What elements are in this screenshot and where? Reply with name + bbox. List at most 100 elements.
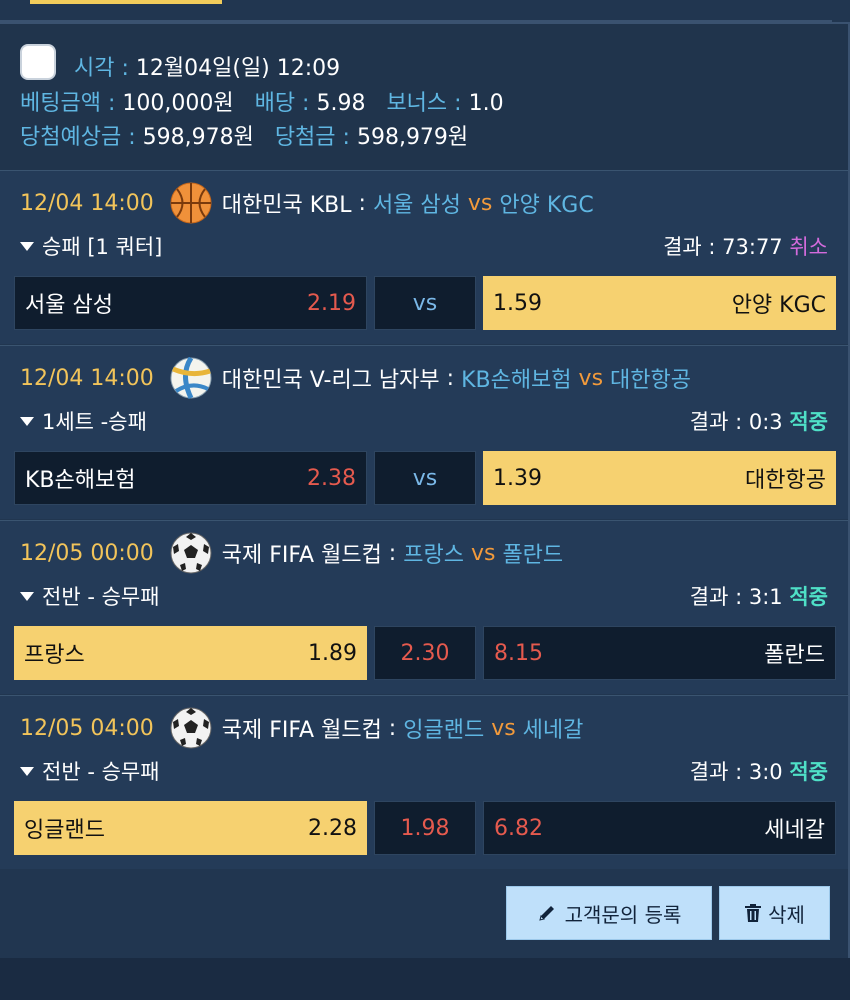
bet-header: 12/04 14:00 대한민국 V-리그 남자부 : KB손해보험 vs 대한… xyxy=(20,357,691,399)
market-name: 승패 [1 쿼터] xyxy=(42,235,163,259)
result: 결과 : 73:77 취소 xyxy=(663,235,828,259)
score: 73:77 xyxy=(722,235,783,259)
league-name: 대한민국 V-리그 남자부 xyxy=(221,368,440,393)
caret-down-icon xyxy=(20,591,34,601)
draw-vs: vs xyxy=(412,290,438,316)
bet-header: 12/05 00:00 국제 FIFA 월드컵 : 프랑스 vs 폴란드 xyxy=(20,532,564,574)
market-name: 1세트 -승패 xyxy=(42,410,147,434)
vs-word: vs xyxy=(578,365,604,391)
caret-down-icon xyxy=(20,241,34,251)
home-odds-box[interactable]: 프랑스 1.89 xyxy=(14,626,367,680)
odds-label: 배당 xyxy=(254,91,296,116)
vs-word: vs xyxy=(491,715,516,741)
bet-amount-label: 베팅금액 xyxy=(20,91,101,116)
home-team-label: KB손해보험 xyxy=(25,468,136,493)
separator: : xyxy=(381,715,404,741)
bet-header: 12/05 04:00 국제 FIFA 월드컵 : 잉글랜드 vs 세네갈 xyxy=(20,707,584,749)
status-badge: 취소 xyxy=(789,235,828,259)
bet-item: 12/04 14:00 대한민국 V-리그 남자부 : KB손해보험 vs 대한… xyxy=(0,345,848,519)
bet-item: 12/05 04:00 국제 FIFA 월드컵 : 잉글랜드 vs 세네갈 전반… xyxy=(0,695,848,869)
home-odds: 2.19 xyxy=(307,290,356,316)
market-row: 승패 [1 쿼터] xyxy=(20,231,162,261)
odds-value: 5.98 xyxy=(316,91,366,116)
draw-odds: 2.30 xyxy=(400,640,450,666)
away-odds-box[interactable]: 1.39 대한항공 xyxy=(483,451,836,505)
basketball-icon xyxy=(170,182,212,224)
away-odds: 8.15 xyxy=(494,640,543,666)
draw-box[interactable]: vs xyxy=(374,451,476,505)
bottom-bar xyxy=(0,958,850,1000)
result: 결과 : 0:3 적중 xyxy=(689,410,828,434)
away-team: 대한항공 xyxy=(610,368,691,393)
home-team-label: 잉글랜드 xyxy=(24,818,105,843)
colon: : xyxy=(114,56,136,81)
home-team: 프랑스 xyxy=(403,543,464,568)
draw-odds: 1.98 xyxy=(400,815,450,841)
bet-item: 12/05 00:00 국제 FIFA 월드컵 : 프랑스 vs 폴란드 전반 … xyxy=(0,520,848,694)
result-label: 결과 xyxy=(663,235,702,259)
home-odds-box[interactable]: 잉글랜드 2.28 xyxy=(14,801,367,855)
away-team-label: 대한항공 xyxy=(745,468,826,493)
pencil-icon xyxy=(537,903,557,923)
select-checkbox[interactable] xyxy=(20,44,56,80)
away-odds: 6.82 xyxy=(494,815,543,841)
result-label: 결과 xyxy=(689,410,729,434)
away-odds-box[interactable]: 8.15 폴란드 xyxy=(483,626,836,680)
home-team: 서울 삼성 xyxy=(372,193,461,218)
draw-box[interactable]: vs xyxy=(374,276,476,330)
home-odds: 1.89 xyxy=(308,640,357,666)
league-name: 국제 FIFA 월드컵 xyxy=(221,543,382,568)
caret-down-icon xyxy=(20,416,34,426)
result: 결과 : 3:1 적중 xyxy=(689,585,828,609)
home-odds-box[interactable]: 서울 삼성 2.19 xyxy=(14,276,367,330)
bet-summary: 시각 : 12월04일(일) 12:09 베팅금액 : 100,000원 배당 … xyxy=(0,24,848,170)
soccer-ball-icon xyxy=(170,707,212,749)
home-team-label: 프랑스 xyxy=(24,643,85,668)
away-team-label: 안양 KGC xyxy=(731,293,826,318)
match-time: 12/04 14:00 xyxy=(20,190,154,216)
status-badge: 적중 xyxy=(789,410,828,434)
league-name: 대한민국 KBL xyxy=(221,193,352,218)
draw-box[interactable]: 1.98 xyxy=(374,801,476,855)
colon: : xyxy=(335,125,357,150)
home-team: 잉글랜드 xyxy=(403,718,485,743)
away-team-label: 세네갈 xyxy=(764,818,825,843)
league-name: 국제 FIFA 월드컵 xyxy=(221,718,382,743)
delete-button[interactable]: 삭제 xyxy=(719,886,830,940)
away-team: 폴란드 xyxy=(502,543,564,568)
colon: : xyxy=(121,125,143,150)
draw-box[interactable]: 2.30 xyxy=(374,626,476,680)
customer-inquiry-button[interactable]: 고객문의 등록 xyxy=(506,886,712,940)
summary-amount-row: 베팅금액 : 100,000원 배당 : 5.98 보너스 : 1.0 xyxy=(20,85,504,117)
status-badge: 적중 xyxy=(789,760,828,784)
bonus-label: 보너스 xyxy=(386,91,448,116)
customer-inquiry-label: 고객문의 등록 xyxy=(564,902,682,927)
market-name: 전반 - 승무패 xyxy=(42,585,160,609)
away-odds: 1.59 xyxy=(493,290,542,316)
time-value: 12월04일(일) 12:09 xyxy=(135,56,341,81)
separator: : xyxy=(381,540,404,566)
vs-word: vs xyxy=(467,190,493,216)
result-label: 결과 xyxy=(689,760,729,784)
home-odds-box[interactable]: KB손해보험 2.38 xyxy=(14,451,367,505)
away-odds-box[interactable]: 1.59 안양 KGC xyxy=(483,276,836,330)
time-label: 시각 xyxy=(74,56,115,81)
summary-time-row: 시각 : 12월04일(일) 12:09 xyxy=(74,50,340,82)
expected-value: 598,978원 xyxy=(142,125,254,150)
result-label: 결과 xyxy=(689,585,729,609)
market-row: 전반 - 승무패 xyxy=(20,756,160,786)
colon: : xyxy=(100,91,123,116)
home-odds: 2.38 xyxy=(307,465,356,491)
top-tab-strip xyxy=(0,0,850,22)
score: 0:3 xyxy=(748,410,783,434)
expected-label: 당첨예상금 xyxy=(20,125,122,150)
delete-label: 삭제 xyxy=(768,902,805,927)
home-team: KB손해보험 xyxy=(461,368,572,393)
score: 3:0 xyxy=(748,760,783,784)
away-odds-box[interactable]: 6.82 세네갈 xyxy=(483,801,836,855)
trash-icon xyxy=(744,903,762,923)
market-name: 전반 - 승무패 xyxy=(42,760,160,784)
bet-slip-card: 시각 : 12월04일(일) 12:09 베팅금액 : 100,000원 배당 … xyxy=(0,22,850,962)
away-team: 세네갈 xyxy=(522,718,584,743)
match-time: 12/05 00:00 xyxy=(20,540,154,566)
